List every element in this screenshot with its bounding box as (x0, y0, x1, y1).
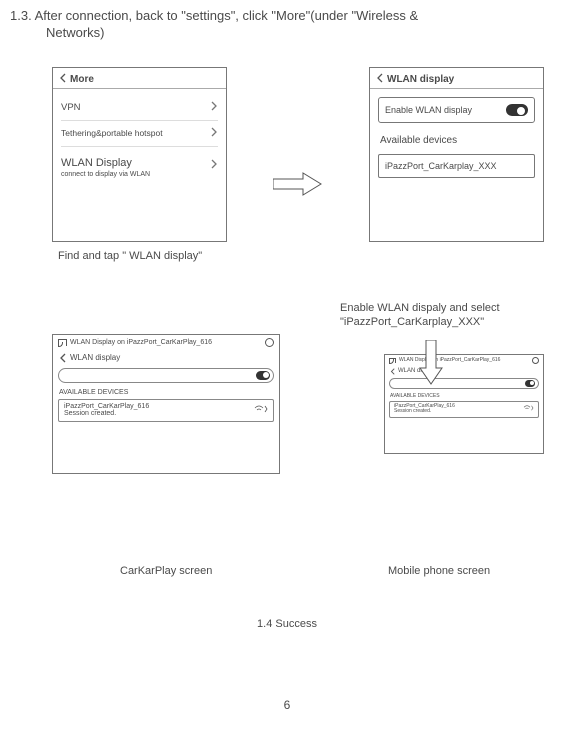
more-menu-list: VPN Tethering&portable hotspot WLAN Disp… (53, 89, 226, 190)
toggle-icon[interactable] (256, 371, 270, 380)
carkarplay-screen: WLAN Display on iPazzPort_CarKarPlay_616… (52, 334, 280, 474)
wifi-icon (254, 405, 268, 415)
cast-text: WLAN Display on iPazzPort_CarKarPlay_616 (399, 357, 500, 363)
success-label: 1.4 Success (0, 618, 574, 630)
vpn-label: VPN (61, 102, 81, 113)
chevron-right-icon (211, 101, 218, 114)
caption-mobile: Mobile phone screen (388, 565, 490, 577)
menu-item-tethering[interactable]: Tethering&portable hotspot (61, 121, 218, 147)
toggle-icon[interactable] (525, 380, 535, 387)
wlan-label: WLAN display (70, 353, 120, 362)
available-label: AVAILABLE DEVICES (385, 391, 543, 400)
gear-icon[interactable] (532, 357, 539, 364)
chevron-right-icon (211, 127, 218, 140)
tethering-label: Tethering&portable hotspot (61, 128, 163, 138)
arrow-right-icon (273, 171, 323, 197)
caption-find-tap: Find and tap " WLAN display" (0, 242, 574, 262)
mobile-phone-screen: WLAN Display on iPazzPort_CarKarPlay_616… (384, 354, 544, 454)
wlan-display-sub: connect to display via WLAN (61, 171, 150, 178)
wifi-icon (523, 405, 534, 413)
gear-icon[interactable] (265, 338, 274, 347)
wlan-display-row[interactable]: WLAN display (385, 367, 543, 376)
device-row-text: iPazzPort_CarKarPlay_616 Session created… (394, 404, 455, 415)
cast-status-bar: WLAN Display on iPazzPort_CarKarPlay_616 (385, 355, 543, 367)
settings-more-panel: More VPN Tethering&portable hotspot WLAN… (52, 67, 227, 242)
menu-item-wlan-display[interactable]: WLAN Display connect to display via WLAN (61, 147, 218, 184)
arrow-down-icon (418, 340, 444, 391)
caption-enable-select: Enable WLAN dispaly and select "iPazzPor… (340, 301, 550, 330)
available-devices-label: Available devices (370, 127, 543, 150)
available-label: AVAILABLE DEVICES (53, 386, 279, 397)
step-heading: 1.3. After connection, back to "settings… (0, 0, 574, 42)
enable-wlan-row[interactable]: Enable WLAN display (378, 97, 535, 123)
cast-status-bar: WLAN Display on iPazzPort_CarKarPlay_616 (53, 335, 279, 351)
cast-text: WLAN Display on iPazzPort_CarKarPlay_616 (70, 339, 212, 346)
enable-wlan-label: Enable WLAN display (385, 105, 472, 115)
toggle-row[interactable] (389, 378, 539, 389)
device-row[interactable]: iPazzPort_CarKarPlay_616 Session created… (58, 399, 274, 422)
wlan-header[interactable]: WLAN display (370, 68, 543, 89)
device-item[interactable]: iPazzPort_CarKarplay_XXX (378, 154, 535, 178)
menu-item-vpn[interactable]: VPN (61, 95, 218, 121)
page-number: 6 (0, 698, 574, 712)
wlan-title: WLAN display (387, 74, 454, 85)
more-header[interactable]: More (53, 68, 226, 89)
heading-line2: Networks) (10, 25, 105, 40)
device-row-text: iPazzPort_CarKarPlay_616 Session created… (64, 403, 149, 418)
heading-line1: 1.3. After connection, back to "settings… (10, 8, 418, 23)
chevron-right-icon (211, 159, 218, 172)
wlan-display-label: WLAN Display (61, 157, 132, 169)
cast-icon (389, 358, 396, 363)
back-icon[interactable] (59, 73, 66, 86)
wlan-display-row[interactable]: WLAN display (53, 351, 279, 365)
toggle-icon[interactable] (506, 104, 528, 116)
back-icon[interactable] (376, 73, 383, 86)
wlan-display-group: WLAN Display connect to display via WLAN (61, 153, 150, 178)
more-title: More (70, 74, 94, 85)
device-row[interactable]: iPazzPort_CarKarPlay_616 Session created… (389, 401, 539, 418)
toggle-row[interactable] (58, 368, 274, 383)
device-name: iPazzPort_CarKarplay_XXX (385, 161, 497, 171)
cast-icon (58, 339, 67, 346)
caption-carkarplay: CarKarPlay screen (120, 565, 212, 577)
wlan-display-panel: WLAN display Enable WLAN display Availab… (369, 67, 544, 242)
